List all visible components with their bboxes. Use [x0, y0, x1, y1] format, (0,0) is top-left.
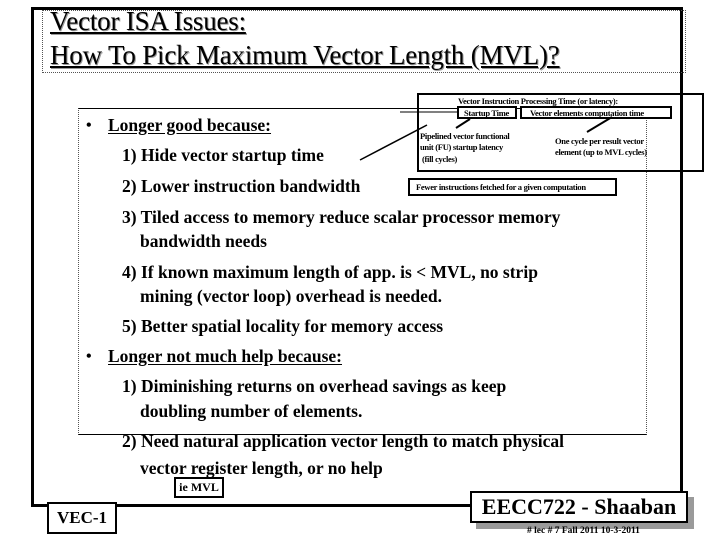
- bullet-icon: •: [86, 117, 92, 134]
- elements-note-2: element (up to MVL cycles): [555, 147, 647, 157]
- slide-id-label: VEC-1: [47, 502, 117, 534]
- fewer-instructions-label: Fewer instructions fetched for a given c…: [416, 182, 586, 192]
- course-label: EECC722 - Shaaban: [470, 491, 688, 523]
- diagram-title: Vector Instruction Processing Time (or l…: [458, 96, 618, 106]
- lecture-meta: # lec # 7 Fall 2011 10-3-2011: [527, 526, 640, 536]
- section1-heading: Longer good because:: [108, 115, 272, 135]
- section1-item-4-cont: mining (vector loop) overhead is needed.: [140, 286, 443, 306]
- bullet-icon: •: [86, 348, 92, 365]
- section2-item-1: 1) Diminishing returns on overhead savin…: [122, 376, 507, 396]
- section2-item-2: 2) Need natural application vector lengt…: [122, 431, 565, 451]
- section2-heading: Longer not much help because:: [108, 346, 342, 366]
- startup-note-2: unit (FU) startup latency: [420, 142, 503, 152]
- elements-time-label: Vector elements computation time: [530, 108, 644, 118]
- ie-mvl-callout: ie MVL: [174, 477, 224, 498]
- section1-item-1: 1) Hide vector startup time: [122, 145, 324, 165]
- section1-item-2: 2) Lower instruction bandwidth: [122, 176, 361, 196]
- section2-item-1-cont: doubling number of elements.: [140, 401, 363, 421]
- section1-item-3: 3) Tiled access to memory reduce scalar …: [122, 207, 561, 227]
- startup-note-3: (fill cycles): [422, 154, 458, 164]
- section1-item-5: 5) Better spatial locality for memory ac…: [122, 316, 444, 336]
- section1-item-3-cont: bandwidth needs: [140, 231, 267, 251]
- section1-item-4: 4) If known maximum length of app. is < …: [122, 262, 538, 282]
- startup-time-label: Startup Time: [464, 108, 509, 118]
- startup-time-box: Startup Time: [457, 106, 517, 119]
- elements-time-box: Vector elements computation time: [520, 106, 672, 119]
- section2-item-2-cont: vector register length, or no help: [140, 458, 383, 478]
- slide-title-line1: Vector ISA Issues:: [50, 6, 246, 36]
- slide-title-line2: How To Pick Maximum Vector Length (MVL)?: [50, 40, 560, 70]
- elements-note-1: One cycle per result vector: [555, 136, 644, 146]
- fewer-instructions-box: Fewer instructions fetched for a given c…: [408, 178, 617, 196]
- startup-note-1: Pipelined vector functional: [420, 131, 510, 141]
